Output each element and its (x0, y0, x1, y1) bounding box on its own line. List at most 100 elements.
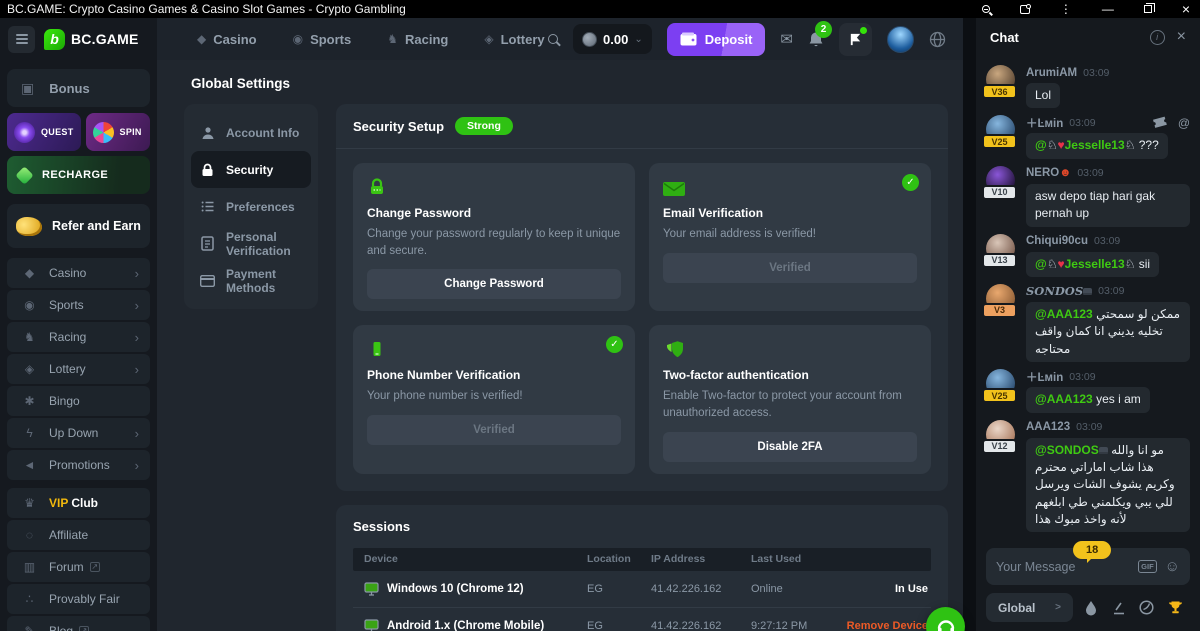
updown-icon: ϟ (21, 426, 38, 440)
avatar-wrap: V10 (986, 166, 1017, 199)
nav-item-lottery[interactable]: ◈Lottery (484, 32, 544, 47)
message-time: 03:09 (1076, 421, 1102, 433)
close-window-button[interactable]: × (1182, 2, 1190, 16)
sidebar-item-label: Promotions (49, 458, 110, 472)
quest-button[interactable]: QUEST (7, 113, 81, 151)
card-action-button[interactable]: Change Password (367, 269, 621, 299)
nav-item-sports[interactable]: ◉Sports (293, 32, 352, 47)
page-title: Global Settings (191, 76, 948, 91)
settings-tab-payment-methods[interactable]: Payment Methods (191, 262, 311, 299)
extension-icon[interactable] (1020, 5, 1030, 14)
tip-ticket-icon[interactable] (1153, 117, 1167, 128)
sidebar-item-lottery[interactable]: ◈Lottery› (7, 354, 150, 384)
chat-username[interactable]: ＋Ŀмin (1026, 115, 1063, 131)
sidebar-item-affiliate[interactable]: ◌Affiliate (7, 520, 150, 550)
balance-selector[interactable]: 0.00 ⌄ (573, 24, 652, 54)
chat-rules-icon[interactable] (1112, 601, 1126, 615)
user-avatar[interactable] (887, 26, 914, 53)
message-body: ＋Ŀмin03:09@AAA123 yes i am (1026, 369, 1190, 412)
minimize-button[interactable]: — (1102, 3, 1114, 15)
restore-button[interactable] (1144, 5, 1152, 13)
gif-icon[interactable]: GIF (1138, 560, 1157, 573)
trophy-icon[interactable] (1168, 600, 1183, 615)
card-action-button[interactable]: Disable 2FA (663, 432, 917, 462)
sidebar-item-blog[interactable]: ✎Blog↗ (7, 616, 150, 631)
sidebar-item-racing[interactable]: ♞Racing› (7, 322, 150, 352)
mention-at-icon[interactable]: @ (1178, 116, 1190, 130)
coin-icon (582, 32, 597, 47)
sidebar-item-vip-club[interactable]: ♛VIPClub (7, 488, 150, 518)
sidebar-bonus-button[interactable]: ▣ Bonus (7, 69, 150, 107)
sidebar-item-forum[interactable]: ▥Forum↗ (7, 552, 150, 582)
chat-info-icon[interactable]: i (1150, 30, 1165, 45)
rain-icon[interactable] (1084, 600, 1098, 616)
sidebar-item-promotions[interactable]: ◄Promotions› (7, 450, 150, 480)
sidebar-item-label: Affiliate (49, 528, 88, 542)
recharge-button[interactable]: RECHARGE (7, 156, 150, 194)
chat-username[interactable]: ＋Ŀмin (1026, 369, 1063, 385)
settings-tab-security[interactable]: Security (191, 151, 311, 188)
wallet-icon (680, 32, 697, 46)
chat-toggle-button[interactable] (839, 23, 872, 56)
mention[interactable]: @ (1035, 138, 1047, 152)
coin-drop-icon[interactable] (1139, 600, 1154, 615)
vip-level-badge: V12 (982, 439, 1017, 454)
person-icon (200, 126, 215, 140)
mention[interactable]: @AAA123 (1035, 307, 1093, 321)
card-title: Change Password (367, 206, 621, 220)
browser-menu-icon[interactable]: ⋮ (1060, 3, 1072, 15)
sidebar-item-bingo[interactable]: ✱Bingo (7, 386, 150, 416)
sidebar-item-label: Bingo (49, 394, 80, 408)
settings-tab-personal-verification[interactable]: Personal Verification (191, 225, 311, 262)
unread-count-badge[interactable]: 18 (1073, 541, 1111, 559)
search-icon[interactable] (548, 34, 558, 44)
security-cards: Change PasswordChange your password regu… (336, 149, 948, 491)
settings-tab-account-info[interactable]: Account Info (191, 114, 311, 151)
settings-tab-label: Preferences (226, 200, 295, 214)
lottery-icon: ◈ (484, 32, 493, 46)
security-strength-badge: Strong (455, 117, 513, 135)
chat-username[interactable]: Chiqui90cu (1026, 235, 1088, 247)
spin-button[interactable]: SPIN (86, 113, 150, 151)
emoji-icon[interactable]: ☺ (1165, 559, 1180, 574)
sidebar-item-sports[interactable]: ◉Sports› (7, 290, 150, 320)
chat-username[interactable]: SONDOS (1026, 284, 1092, 298)
chat-username[interactable]: ArumiAM (1026, 67, 1077, 79)
deposit-button[interactable]: Deposit (667, 23, 766, 56)
mention[interactable]: Jesselle13 (1065, 138, 1125, 152)
notifications-button[interactable]: 2 (808, 31, 824, 48)
card-action-button[interactable]: Verified (663, 253, 917, 283)
online-dot (860, 27, 867, 34)
nav-item-casino[interactable]: ◆Casino (197, 32, 257, 47)
chat-close-icon[interactable]: × (1177, 29, 1186, 45)
card-description: Enable Two-factor to protect your accoun… (663, 388, 917, 421)
language-globe-icon[interactable] (929, 31, 946, 48)
mail-icon[interactable]: ✉ (780, 32, 793, 47)
mention[interactable]: @AAA123 (1035, 392, 1093, 406)
sidebar-item-provably-fair[interactable]: ∴Provably Fair (7, 584, 150, 614)
lock-icon (200, 163, 215, 177)
forum-icon: ▥ (21, 560, 38, 574)
card-action-button[interactable]: Verified (367, 415, 621, 445)
chat-message: V36ArumiAM03:09 Lol (986, 65, 1190, 108)
sessions-title: Sessions (353, 519, 410, 534)
bcgame-logo[interactable]: b BC.GAME (44, 29, 139, 50)
remove-device-button[interactable]: Remove Device (847, 620, 928, 631)
browser-zoom-icon[interactable] (982, 5, 990, 13)
mention[interactable]: @SONDOS (1035, 443, 1099, 457)
message-input[interactable] (996, 560, 1130, 574)
chat-username[interactable]: NERO☻ (1026, 167, 1071, 179)
verified-check-icon: ✓ (902, 174, 919, 191)
nav-item-racing[interactable]: ♞Racing (387, 32, 448, 47)
message-header: ArumiAM03:09 (1026, 65, 1190, 80)
hamburger-menu-button[interactable] (8, 26, 35, 53)
mention[interactable]: Jesselle13 (1065, 257, 1125, 271)
channel-selector[interactable]: Global > (986, 593, 1073, 622)
message-bubble: @AAA123 yes i am (1026, 387, 1150, 412)
mention[interactable]: @ (1035, 257, 1047, 271)
refer-and-earn-button[interactable]: Refer and Earn (7, 204, 150, 248)
chat-username[interactable]: AAA123 (1026, 421, 1070, 433)
sidebar-item-casino[interactable]: ◆Casino› (7, 258, 150, 288)
sidebar-item-up-down[interactable]: ϟUp Down› (7, 418, 150, 448)
settings-tab-preferences[interactable]: Preferences (191, 188, 311, 225)
